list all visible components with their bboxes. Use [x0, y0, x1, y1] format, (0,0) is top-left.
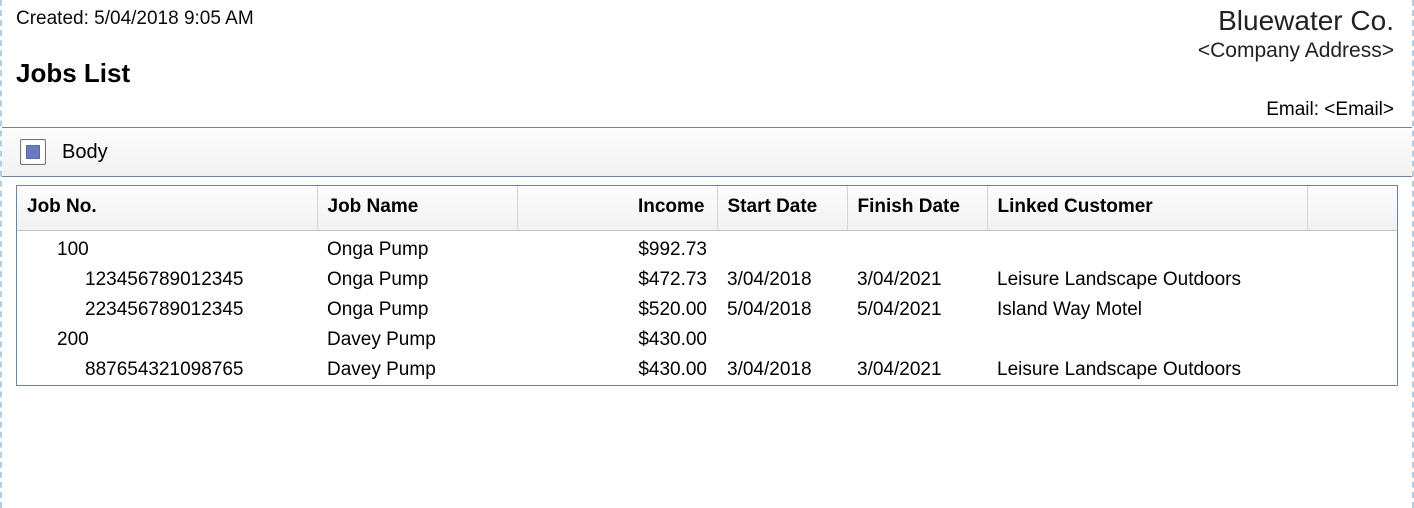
cell-finish-date	[847, 325, 987, 355]
cell-extra	[1307, 231, 1397, 266]
cell-job-no: 123456789012345	[17, 265, 317, 295]
cell-job-no: 100	[17, 231, 317, 266]
cell-job-name: Davey Pump	[317, 355, 517, 385]
cell-finish-date	[847, 231, 987, 266]
cell-extra	[1307, 265, 1397, 295]
created-line: Created: 5/04/2018 9:05 AM	[16, 8, 1398, 30]
cell-start-date	[717, 325, 847, 355]
col-header-finish-date[interactable]: Finish Date	[847, 186, 987, 231]
created-value: 5/04/2018 9:05 AM	[94, 8, 254, 29]
table-row[interactable]: 887654321098765Davey Pump$430.003/04/201…	[17, 355, 1397, 385]
table-row[interactable]: 200Davey Pump$430.00	[17, 325, 1397, 355]
cell-income: $430.00	[517, 325, 717, 355]
created-label: Created:	[16, 8, 89, 29]
section-bar-body[interactable]: Body	[2, 127, 1412, 177]
jobs-table: Job No. Job Name Income Start Date Finis…	[17, 186, 1397, 385]
cell-job-name: Davey Pump	[317, 325, 517, 355]
cell-start-date: 3/04/2018	[717, 265, 847, 295]
col-header-income[interactable]: Income	[517, 186, 717, 231]
col-header-linked-customer[interactable]: Linked Customer	[987, 186, 1307, 231]
company-address: <Company Address>	[1198, 39, 1394, 63]
email-value: <Email>	[1324, 99, 1394, 120]
cell-start-date: 5/04/2018	[717, 295, 847, 325]
col-header-job-no[interactable]: Job No.	[17, 186, 317, 231]
cell-job-no: 223456789012345	[17, 295, 317, 325]
col-header-job-name[interactable]: Job Name	[317, 186, 517, 231]
col-header-extra	[1307, 186, 1397, 231]
cell-start-date	[717, 231, 847, 266]
cell-extra	[1307, 325, 1397, 355]
cell-income: $520.00	[517, 295, 717, 325]
table-row[interactable]: 100Onga Pump$992.73	[17, 231, 1397, 266]
col-header-start-date[interactable]: Start Date	[717, 186, 847, 231]
table-row[interactable]: 123456789012345Onga Pump$472.733/04/2018…	[17, 265, 1397, 295]
section-label: Body	[62, 141, 108, 164]
cell-job-no: 887654321098765	[17, 355, 317, 385]
cell-finish-date: 5/04/2021	[847, 295, 987, 325]
cell-linked-customer: Leisure Landscape Outdoors	[987, 355, 1307, 385]
cell-linked-customer	[987, 231, 1307, 266]
cell-finish-date: 3/04/2021	[847, 355, 987, 385]
table-row[interactable]: 223456789012345Onga Pump$520.005/04/2018…	[17, 295, 1397, 325]
cell-linked-customer: Leisure Landscape Outdoors	[987, 265, 1307, 295]
cell-linked-customer	[987, 325, 1307, 355]
cell-finish-date: 3/04/2021	[847, 265, 987, 295]
cell-start-date: 3/04/2018	[717, 355, 847, 385]
cell-extra	[1307, 295, 1397, 325]
cell-job-name: Onga Pump	[317, 295, 517, 325]
table-header-row: Job No. Job Name Income Start Date Finis…	[17, 186, 1397, 231]
jobs-table-wrap: Job No. Job Name Income Start Date Finis…	[16, 185, 1398, 386]
email-line: Email: <Email>	[2, 99, 1412, 121]
cell-income: $472.73	[517, 265, 717, 295]
cell-linked-customer: Island Way Motel	[987, 295, 1307, 325]
company-name: Bluewater Co.	[1198, 6, 1394, 37]
section-collapse-icon[interactable]	[20, 139, 46, 165]
cell-income: $992.73	[517, 231, 717, 266]
company-block: Bluewater Co. <Company Address>	[1198, 6, 1394, 63]
email-label: Email:	[1266, 99, 1319, 120]
cell-job-name: Onga Pump	[317, 265, 517, 295]
cell-job-name: Onga Pump	[317, 231, 517, 266]
cell-income: $430.00	[517, 355, 717, 385]
cell-extra	[1307, 355, 1397, 385]
page-title: Jobs List	[16, 58, 1398, 89]
cell-job-no: 200	[17, 325, 317, 355]
